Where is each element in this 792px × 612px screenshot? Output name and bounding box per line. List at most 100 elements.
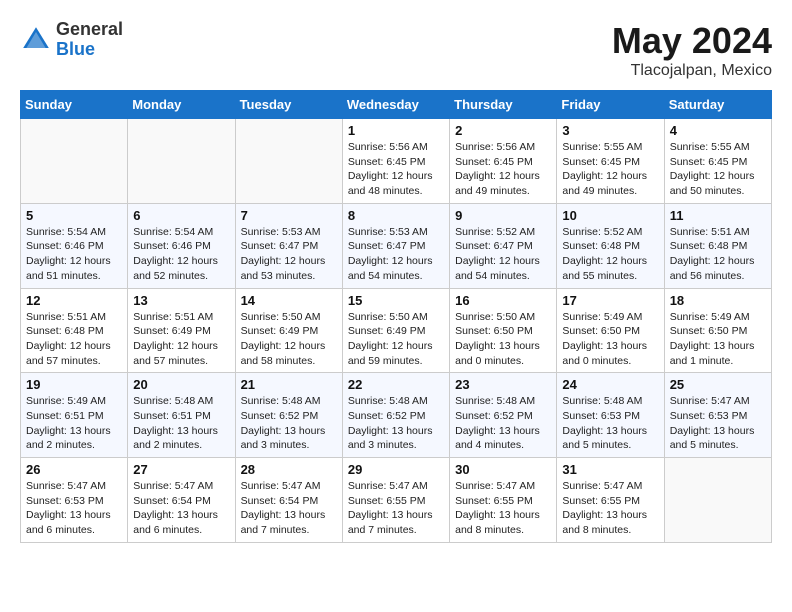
calendar-header: SundayMondayTuesdayWednesdayThursdayFrid… [21,91,772,119]
day-info: Sunrise: 5:47 AM Sunset: 6:55 PM Dayligh… [455,479,551,538]
day-number: 1 [348,123,444,138]
calendar-cell: 16 Sunrise: 5:50 AM Sunset: 6:50 PM Dayli… [450,288,557,373]
logo-general-text: General [56,20,123,40]
day-info: Sunrise: 5:51 AM Sunset: 6:48 PM Dayligh… [670,225,766,284]
day-number: 6 [133,208,229,223]
day-info: Sunrise: 5:56 AM Sunset: 6:45 PM Dayligh… [455,140,551,199]
day-number: 22 [348,377,444,392]
calendar-cell: 29Sunrise: 5:47 AM Sunset: 6:55 PM Dayli… [342,458,449,543]
day-number: 29 [348,462,444,477]
day-number: 18 [670,293,766,308]
header: General Blue May 2024 Tlacojalpan, Mexic… [20,20,772,80]
calendar-cell: 14Sunrise: 5:50 AM Sunset: 6:49 PM Dayli… [235,288,342,373]
logo-icon [20,24,52,56]
day-info: Sunrise: 5:47 AM Sunset: 6:54 PM Dayligh… [241,479,337,538]
day-info: Sunrise: 5:53 AM Sunset: 6:47 PM Dayligh… [241,225,337,284]
day-number: 17 [562,293,658,308]
day-info: Sunrise: 5:56 AM Sunset: 6:45 PM Dayligh… [348,140,444,199]
calendar-cell [664,458,771,543]
day-number: 7 [241,208,337,223]
weekday-header-wednesday: Wednesday [342,91,449,119]
weekday-header-tuesday: Tuesday [235,91,342,119]
day-info: Sunrise: 5:54 AM Sunset: 6:46 PM Dayligh… [26,225,122,284]
calendar-cell: 27 Sunrise: 5:47 AM Sunset: 6:54 PM Dayli… [128,458,235,543]
calendar-cell: 23Sunrise: 5:48 AM Sunset: 6:52 PM Dayli… [450,373,557,458]
day-info: Sunrise: 5:48 AM Sunset: 6:52 PM Dayligh… [348,394,444,453]
calendar-cell: 9Sunrise: 5:52 AM Sunset: 6:47 PM Daylig… [450,203,557,288]
calendar-cell: 3 Sunrise: 5:55 AM Sunset: 6:45 PM Daylig… [557,119,664,204]
day-info: Sunrise: 5:47 AM Sunset: 6:55 PM Dayligh… [562,479,658,538]
calendar-cell: 4 Sunrise: 5:55 AM Sunset: 6:45 PM Daylig… [664,119,771,204]
day-info: Sunrise: 5:47 AM Sunset: 6:54 PM Dayligh… [133,479,229,538]
calendar-cell: 18Sunrise: 5:49 AM Sunset: 6:50 PM Dayli… [664,288,771,373]
calendar-cell: 11Sunrise: 5:51 AM Sunset: 6:48 PM Dayli… [664,203,771,288]
day-info: Sunrise: 5:51 AM Sunset: 6:48 PM Dayligh… [26,310,122,369]
day-number: 2 [455,123,551,138]
day-number: 13 [133,293,229,308]
weekday-header-friday: Friday [557,91,664,119]
calendar-cell [128,119,235,204]
day-info: Sunrise: 5:48 AM Sunset: 6:51 PM Dayligh… [133,394,229,453]
day-number: 4 [670,123,766,138]
calendar-cell: 19 Sunrise: 5:49 AM Sunset: 6:51 PM Dayli… [21,373,128,458]
calendar-week-2: 5 Sunrise: 5:54 AM Sunset: 6:46 PM Daylig… [21,203,772,288]
day-number: 28 [241,462,337,477]
day-number: 20 [133,377,229,392]
calendar-title: May 2024 [612,20,772,62]
calendar-cell: 1 Sunrise: 5:56 AM Sunset: 6:45 PM Daylig… [342,119,449,204]
day-info: Sunrise: 5:50 AM Sunset: 6:50 PM Dayligh… [455,310,551,369]
calendar-week-5: 26Sunrise: 5:47 AM Sunset: 6:53 PM Dayli… [21,458,772,543]
day-number: 26 [26,462,122,477]
day-info: Sunrise: 5:55 AM Sunset: 6:45 PM Dayligh… [670,140,766,199]
calendar-cell: 31 Sunrise: 5:47 AM Sunset: 6:55 PM Dayli… [557,458,664,543]
calendar-cell: 6 Sunrise: 5:54 AM Sunset: 6:46 PM Daylig… [128,203,235,288]
day-number: 24 [562,377,658,392]
day-number: 30 [455,462,551,477]
day-number: 12 [26,293,122,308]
day-info: Sunrise: 5:55 AM Sunset: 6:45 PM Dayligh… [562,140,658,199]
calendar-cell: 12 Sunrise: 5:51 AM Sunset: 6:48 PM Dayli… [21,288,128,373]
day-number: 8 [348,208,444,223]
weekday-header-monday: Monday [128,91,235,119]
day-number: 9 [455,208,551,223]
calendar-week-1: 1 Sunrise: 5:56 AM Sunset: 6:45 PM Daylig… [21,119,772,204]
day-info: Sunrise: 5:53 AM Sunset: 6:47 PM Dayligh… [348,225,444,284]
day-number: 27 [133,462,229,477]
day-info: Sunrise: 5:49 AM Sunset: 6:51 PM Dayligh… [26,394,122,453]
weekday-header-saturday: Saturday [664,91,771,119]
logo-text: General Blue [56,20,123,60]
day-number: 10 [562,208,658,223]
day-info: Sunrise: 5:48 AM Sunset: 6:52 PM Dayligh… [241,394,337,453]
calendar-cell: 8 Sunrise: 5:53 AM Sunset: 6:47 PM Daylig… [342,203,449,288]
day-number: 21 [241,377,337,392]
day-info: Sunrise: 5:50 AM Sunset: 6:49 PM Dayligh… [348,310,444,369]
day-number: 31 [562,462,658,477]
calendar-cell: 20 Sunrise: 5:48 AM Sunset: 6:51 PM Dayli… [128,373,235,458]
calendar-cell: 2 Sunrise: 5:56 AM Sunset: 6:45 PM Daylig… [450,119,557,204]
day-number: 16 [455,293,551,308]
weekday-header-row: SundayMondayTuesdayWednesdayThursdayFrid… [21,91,772,119]
calendar-cell: 30 Sunrise: 5:47 AM Sunset: 6:55 PM Dayli… [450,458,557,543]
day-number: 5 [26,208,122,223]
weekday-header-thursday: Thursday [450,91,557,119]
day-info: Sunrise: 5:50 AM Sunset: 6:49 PM Dayligh… [241,310,337,369]
day-info: Sunrise: 5:49 AM Sunset: 6:50 PM Dayligh… [562,310,658,369]
calendar-location: Tlacojalpan, Mexico [612,62,772,80]
logo-blue-text: Blue [56,40,123,60]
page-container: General Blue May 2024 Tlacojalpan, Mexic… [20,20,772,543]
day-info: Sunrise: 5:54 AM Sunset: 6:46 PM Dayligh… [133,225,229,284]
calendar-cell: 10 Sunrise: 5:52 AM Sunset: 6:48 PM Dayli… [557,203,664,288]
day-number: 25 [670,377,766,392]
calendar-cell: 15 Sunrise: 5:50 AM Sunset: 6:49 PM Dayli… [342,288,449,373]
day-info: Sunrise: 5:52 AM Sunset: 6:48 PM Dayligh… [562,225,658,284]
calendar-cell: 25Sunrise: 5:47 AM Sunset: 6:53 PM Dayli… [664,373,771,458]
calendar-cell: 28 Sunrise: 5:47 AM Sunset: 6:54 PM Dayli… [235,458,342,543]
calendar-week-3: 12 Sunrise: 5:51 AM Sunset: 6:48 PM Dayli… [21,288,772,373]
day-number: 19 [26,377,122,392]
day-number: 3 [562,123,658,138]
calendar-cell: 22 Sunrise: 5:48 AM Sunset: 6:52 PM Dayli… [342,373,449,458]
calendar-cell: 7 Sunrise: 5:53 AM Sunset: 6:47 PM Daylig… [235,203,342,288]
day-info: Sunrise: 5:48 AM Sunset: 6:52 PM Dayligh… [455,394,551,453]
logo: General Blue [20,20,123,60]
day-number: 15 [348,293,444,308]
